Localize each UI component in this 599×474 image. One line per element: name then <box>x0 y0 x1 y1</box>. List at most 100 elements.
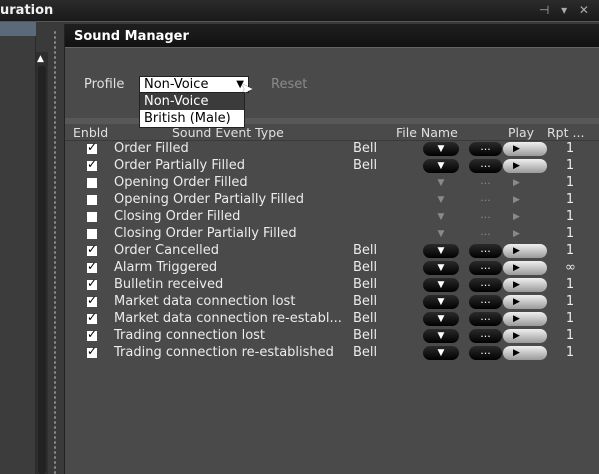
scroll-up-arrow-icon[interactable]: ▲ <box>37 54 44 64</box>
play-button[interactable]: ▶ <box>503 346 547 360</box>
splitter-handle[interactable] <box>53 30 57 474</box>
table-row[interactable]: Closing Order Partially Filled ▼... ▶ 1 <box>65 226 599 243</box>
browse-button[interactable]: ... <box>469 260 502 275</box>
profile-select-value: Non-Voice <box>144 77 209 92</box>
table-row[interactable]: Order Filled Bell ▼...▶ 1 <box>65 140 599 158</box>
browse-button[interactable]: ... <box>469 141 502 156</box>
event-name: Trading connection re-established <box>114 345 334 360</box>
repeat-count[interactable]: ∞ <box>565 260 576 275</box>
profile-label: Profile <box>84 77 125 92</box>
repeat-count[interactable]: 1 <box>565 277 575 292</box>
table-row[interactable]: Opening Order Partially Filled ▼... ▶ 1 <box>65 192 599 209</box>
repeat-count[interactable]: 1 <box>565 311 575 326</box>
play-button[interactable]: ▶ <box>503 142 547 156</box>
table-row[interactable]: Order Partially Filled Bell ▼...▶ 1 <box>65 157 599 175</box>
repeat-count[interactable]: 1 <box>565 175 575 190</box>
file-dropdown-button[interactable]: ▼ <box>423 312 459 326</box>
browse-button[interactable]: ... <box>469 209 502 224</box>
enabled-checkbox[interactable] <box>87 229 97 239</box>
table-row[interactable]: Market data connection lost Bell ▼...▶ 1 <box>65 293 599 311</box>
file-dropdown-button[interactable]: ▼ <box>423 159 459 173</box>
header-file[interactable]: File Name <box>396 125 458 140</box>
file-dropdown-button[interactable]: ▼ <box>423 261 459 275</box>
play-button[interactable]: ▶ <box>503 329 547 343</box>
background-left-panel <box>0 22 36 474</box>
browse-button[interactable]: ... <box>469 345 502 360</box>
sound-events-table: Enbld Sound Event Type File Name Play Rp… <box>65 125 599 362</box>
play-button[interactable]: ▶ <box>503 227 547 241</box>
repeat-count[interactable]: 1 <box>565 209 575 224</box>
repeat-count[interactable]: 1 <box>565 226 575 241</box>
file-dropdown-button[interactable]: ▼ <box>423 142 459 156</box>
dropdown-option[interactable]: Non-Voice <box>140 93 244 110</box>
scrollbar-track[interactable] <box>38 66 46 474</box>
repeat-count[interactable]: 1 <box>565 345 575 360</box>
repeat-count[interactable]: 1 <box>565 158 575 173</box>
event-name: Bulletin received <box>114 277 224 292</box>
browse-button[interactable]: ... <box>469 328 502 343</box>
table-row[interactable]: Order Cancelled Bell ▼...▶ 1 <box>65 242 599 260</box>
repeat-count[interactable]: 1 <box>565 192 575 207</box>
browse-button[interactable]: ... <box>469 311 502 326</box>
repeat-count[interactable]: 1 <box>565 328 575 343</box>
enabled-checkbox[interactable] <box>87 327 97 341</box>
event-name: Market data connection lost <box>114 294 296 309</box>
dropdown-option[interactable]: British (Male) <box>140 110 244 127</box>
repeat-count[interactable]: 1 <box>565 141 575 156</box>
enabled-checkbox[interactable] <box>87 178 97 188</box>
play-button[interactable]: ▶ <box>503 261 547 275</box>
browse-button[interactable]: ... <box>469 192 502 207</box>
header-rpt[interactable]: Rpt ... <box>547 125 584 140</box>
repeat-count[interactable]: 1 <box>565 243 575 258</box>
browse-button[interactable]: ... <box>469 294 502 309</box>
enabled-checkbox[interactable] <box>87 157 97 171</box>
enabled-checkbox[interactable] <box>87 276 97 290</box>
profile-dropdown-menu: Non-Voice British (Male) <box>139 92 245 128</box>
play-button[interactable]: ▶ <box>503 278 547 292</box>
play-button[interactable]: ▶ <box>503 159 547 173</box>
table-row[interactable]: Alarm Triggered Bell ▼...▶ ∞ <box>65 259 599 277</box>
enabled-checkbox[interactable] <box>87 259 97 273</box>
enabled-checkbox[interactable] <box>87 293 97 307</box>
file-dropdown-button[interactable]: ▼ <box>423 295 459 309</box>
event-name: Opening Order Filled <box>114 175 248 190</box>
play-button[interactable]: ▶ <box>503 193 547 207</box>
enabled-checkbox[interactable] <box>87 344 97 358</box>
browse-button[interactable]: ... <box>469 158 502 173</box>
table-row[interactable]: Trading connection re-established Bell ▼..… <box>65 344 599 362</box>
enabled-checkbox[interactable] <box>87 140 97 154</box>
enabled-checkbox[interactable] <box>87 242 97 256</box>
file-dropdown-button[interactable]: ▼ <box>423 346 459 360</box>
browse-button[interactable]: ... <box>469 226 502 241</box>
window-controls[interactable]: ⊣ ▾ ✕ <box>539 3 593 17</box>
reset-button[interactable]: Reset <box>271 77 307 92</box>
repeat-count[interactable]: 1 <box>565 294 575 309</box>
file-dropdown-button[interactable]: ▼ <box>423 210 459 224</box>
profile-select[interactable]: Non-Voice ▼ <box>139 76 249 93</box>
play-button[interactable]: ▶ <box>503 176 547 190</box>
play-button[interactable]: ▶ <box>503 244 547 258</box>
header-enabled[interactable]: Enbld <box>73 125 108 140</box>
browse-button[interactable]: ... <box>469 175 502 190</box>
file-dropdown-button[interactable]: ▼ <box>423 329 459 343</box>
play-button[interactable]: ▶ <box>503 295 547 309</box>
file-dropdown-button[interactable]: ▼ <box>423 193 459 207</box>
enabled-checkbox[interactable] <box>87 195 97 205</box>
file-dropdown-button[interactable]: ▼ <box>423 227 459 241</box>
play-button[interactable]: ▶ <box>503 312 547 326</box>
table-row[interactable]: Market data connection re-establ... Bell ▼… <box>65 310 599 328</box>
header-play[interactable]: Play <box>508 125 534 140</box>
file-dropdown-button[interactable]: ▼ <box>423 244 459 258</box>
table-row[interactable]: Bulletin received Bell ▼...▶ 1 <box>65 276 599 294</box>
enabled-checkbox[interactable] <box>87 310 97 324</box>
table-row[interactable]: Closing Order Filled ▼... ▶ 1 <box>65 209 599 226</box>
table-row[interactable]: Opening Order Filled ▼... ▶ 1 <box>65 175 599 192</box>
file-dropdown-button[interactable]: ▼ <box>423 278 459 292</box>
browse-button[interactable]: ... <box>469 243 502 258</box>
play-button[interactable]: ▶ <box>503 210 547 224</box>
file-dropdown-button[interactable]: ▼ <box>423 176 459 190</box>
browse-button[interactable]: ... <box>469 277 502 292</box>
enabled-checkbox[interactable] <box>87 212 97 222</box>
table-row[interactable]: Trading connection lost Bell ▼...▶ 1 <box>65 327 599 345</box>
event-name: Order Cancelled <box>114 243 219 258</box>
